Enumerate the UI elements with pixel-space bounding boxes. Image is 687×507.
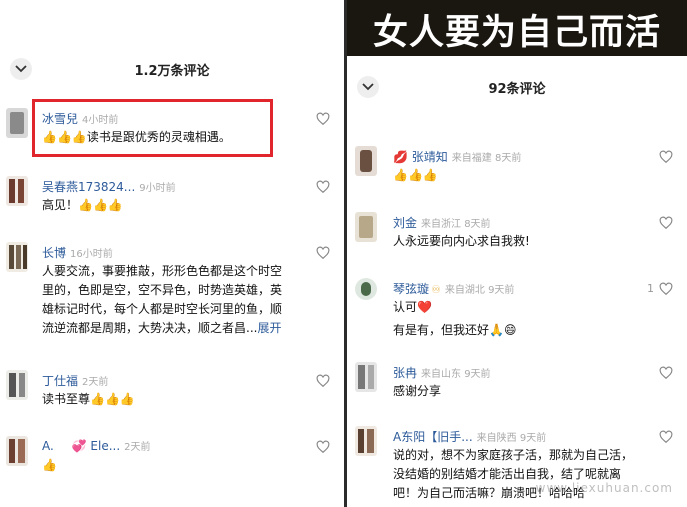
avatar[interactable] <box>355 212 377 242</box>
comment-author-line: 琴弦璇 ♾ 来自湖北 9天前 <box>393 280 514 297</box>
comment-text: 👍👍👍 <box>393 168 438 182</box>
timestamp: 来自福建 8天前 <box>451 153 522 164</box>
avatar[interactable] <box>6 436 28 466</box>
comment-text: 👍 <box>42 458 57 472</box>
comment-author-line: 丁仕福 2天前 <box>42 372 108 389</box>
comment-author-line: 冰雪兒 4小时前 <box>42 110 118 127</box>
comment-author-line: 长博 16小时前 <box>42 244 113 261</box>
timestamp: 来自湖北 9天前 <box>444 285 515 296</box>
username[interactable]: 冰雪兒 <box>42 112 78 126</box>
like-button[interactable] <box>659 216 673 230</box>
avatar[interactable] <box>6 176 28 206</box>
comment-text: 读书至尊👍👍👍 <box>42 392 135 406</box>
comment-author-line: 刘金 来自浙江 8天前 <box>393 214 491 231</box>
comment-text: 👍👍👍读书是跟优秀的灵魂相遇。 <box>42 130 231 144</box>
timestamp: 2天前 <box>124 442 151 453</box>
comment-text: 人永远要向内心求自我救! <box>393 234 530 248</box>
left-comments-sheet: 1.2万条评论 冰雪兒 4小时前 👍👍👍读书是跟优秀的灵魂相遇。 吴春燕17382… <box>0 0 344 507</box>
comment-line: 说的对，想不为家庭孩子活，那就为自己活， <box>393 448 634 462</box>
like-button[interactable] <box>659 366 673 380</box>
video-banner: 女人要为自己而活 <box>347 0 687 56</box>
username[interactable]: 琴弦璇 <box>393 282 429 296</box>
heart-icon <box>659 430 673 444</box>
comments-header: 92条评论 <box>347 62 687 112</box>
username[interactable]: 张冉 <box>393 366 417 380</box>
like-button[interactable] <box>316 112 330 126</box>
like-button[interactable] <box>316 374 330 388</box>
like-button[interactable] <box>316 180 330 194</box>
comment-line: 人要交流，事要推敲，形形色色都是这个时空 <box>42 264 283 278</box>
comment-line: 流逆流都是周期，大势决决，顺之者昌...展开 <box>42 319 338 338</box>
username[interactable]: 长博 <box>42 246 66 260</box>
comment-line: 有是有，但我还好🙏😄 <box>393 323 517 337</box>
heart-icon <box>316 440 330 454</box>
heart-emoji-icon: 💞 <box>71 439 87 453</box>
heart-icon <box>316 180 330 194</box>
timestamp: 来自山东 9天前 <box>421 369 491 380</box>
heart-icon <box>659 150 673 164</box>
username[interactable]: A东阳【旧手... <box>393 430 473 444</box>
comment-text: 高见！👍👍👍 <box>42 198 123 212</box>
comment-author-line: A. 💞 Ele... 2天前 <box>42 438 151 453</box>
like-button[interactable] <box>316 246 330 260</box>
timestamp: 2天前 <box>82 377 109 388</box>
like-button[interactable] <box>659 150 673 164</box>
comment-author-line: 吴春燕173824... 9小时前 <box>42 178 176 195</box>
like-button[interactable] <box>316 440 330 454</box>
comment-count-title: 92条评论 <box>488 82 546 97</box>
comment-text: 人要交流，事要推敲，形形色色都是这个时空 里的，色即是空，空不异色，时势造英雄，… <box>42 262 338 338</box>
avatar[interactable] <box>6 242 28 272</box>
bow-icon: ♾ <box>431 283 441 296</box>
comment-author-line: 张冉 来自山东 9天前 <box>393 364 491 381</box>
comment-author-line: A东阳【旧手... 来自陕西 9天前 <box>393 428 546 445</box>
comment-count-title: 1.2万条评论 <box>134 64 210 79</box>
heart-icon <box>659 366 673 380</box>
avatar[interactable] <box>6 370 28 400</box>
comment-line: 雄标记时代，每个人都是时空长河里的鱼，顺 <box>42 302 283 316</box>
heart-icon <box>316 112 330 126</box>
comment-author-line: 💋 张靖知 来自福建 8天前 <box>393 148 521 165</box>
right-comments-sheet: 92条评论 💋 张靖知 来自福建 8天前 👍👍👍 刘金 来自浙江 8天前 人永远要向… <box>347 56 687 507</box>
avatar[interactable] <box>355 362 377 392</box>
username[interactable]: 张靖知 <box>412 150 448 164</box>
like-button[interactable] <box>659 430 673 444</box>
expand-link[interactable]: 展开 <box>257 321 281 335</box>
avatar[interactable] <box>355 146 377 176</box>
comment-line: 里的，色即是空，空不异色，时势造英雄，英 <box>42 283 283 297</box>
username[interactable]: A. <box>42 439 54 453</box>
comment-text: 感谢分享 <box>393 384 442 398</box>
comment-line-text: 流逆流都是周期，大势决决，顺之者昌... <box>42 321 258 335</box>
comment-text: 认可❤️ 有是有，但我还好🙏😄 <box>393 298 516 340</box>
heart-icon <box>659 216 673 230</box>
avatar[interactable] <box>355 278 377 300</box>
timestamp: 16小时前 <box>70 249 113 260</box>
username[interactable]: 丁仕福 <box>42 374 78 388</box>
lips-icon: 💋 <box>393 150 408 164</box>
username-secondary[interactable]: Ele... <box>90 439 120 453</box>
comments-header: 1.2万条评论 <box>0 44 344 94</box>
heart-icon <box>316 246 330 260</box>
avatar[interactable] <box>6 108 28 138</box>
banner-title: 女人要为自己而活 <box>372 12 661 53</box>
avatar[interactable] <box>355 426 377 456</box>
timestamp: 来自浙江 8天前 <box>421 219 491 230</box>
heart-icon <box>659 282 673 296</box>
comment-line: 认可❤️ <box>393 300 432 314</box>
timestamp: 9小时前 <box>139 183 176 194</box>
watermark: www.liexuhuan.com <box>535 481 673 495</box>
heart-icon <box>316 374 330 388</box>
like-count: 1 <box>647 282 654 295</box>
username[interactable]: 吴春燕173824... <box>42 180 135 194</box>
username[interactable]: 刘金 <box>393 216 417 230</box>
timestamp: 来自陕西 9天前 <box>476 433 547 444</box>
like-button[interactable] <box>659 282 673 296</box>
timestamp: 4小时前 <box>82 115 119 126</box>
